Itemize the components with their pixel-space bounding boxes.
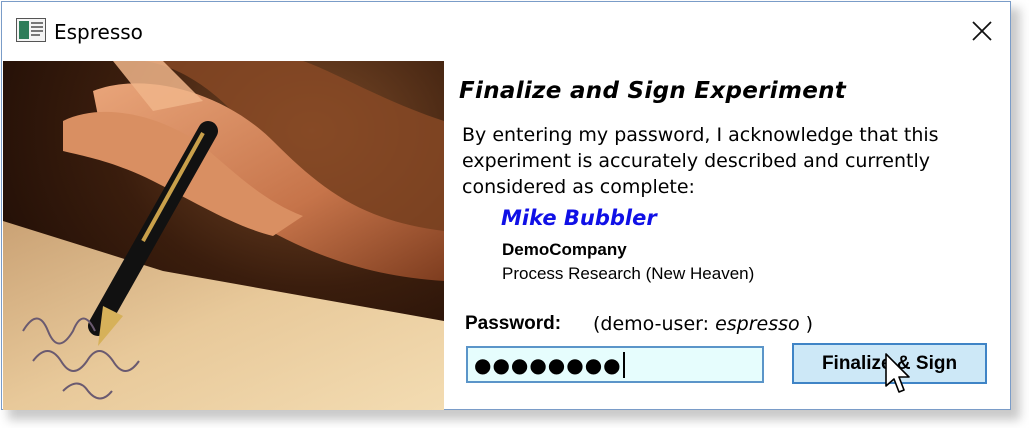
dialog-heading: Finalize and Sign Experiment <box>459 78 847 104</box>
password-hint-suffix: ) <box>799 313 814 335</box>
password-hint-prefix: (demo-user: <box>593 313 716 335</box>
text-caret <box>622 351 625 378</box>
espresso-app-icon <box>16 18 46 42</box>
dialog-window: Espresso Finalize and Sign Experiment By… <box>1 1 1011 410</box>
password-masked-value: ●●●●●●●● <box>474 352 622 377</box>
close-button[interactable] <box>962 12 1002 50</box>
acknowledgement-text: By entering my password, I acknowledge t… <box>462 124 939 198</box>
password-hint: (demo-user: espresso ) <box>593 313 813 335</box>
signer-name: Mike Bubbler <box>501 206 657 230</box>
title-bar: Espresso <box>2 2 1010 60</box>
password-hint-user: espresso <box>715 313 800 335</box>
department-name: Process Research (New Heaven) <box>502 264 755 283</box>
password-field[interactable]: ●●●●●●●● <box>466 346 764 383</box>
window-title: Espresso <box>54 20 143 44</box>
company-name: DemoCompany <box>502 240 627 259</box>
mouse-pointer-icon <box>885 353 910 393</box>
close-icon <box>972 21 992 41</box>
hand-signing-with-fountain-pen-photo <box>3 61 444 410</box>
password-label: Password: <box>465 313 562 334</box>
